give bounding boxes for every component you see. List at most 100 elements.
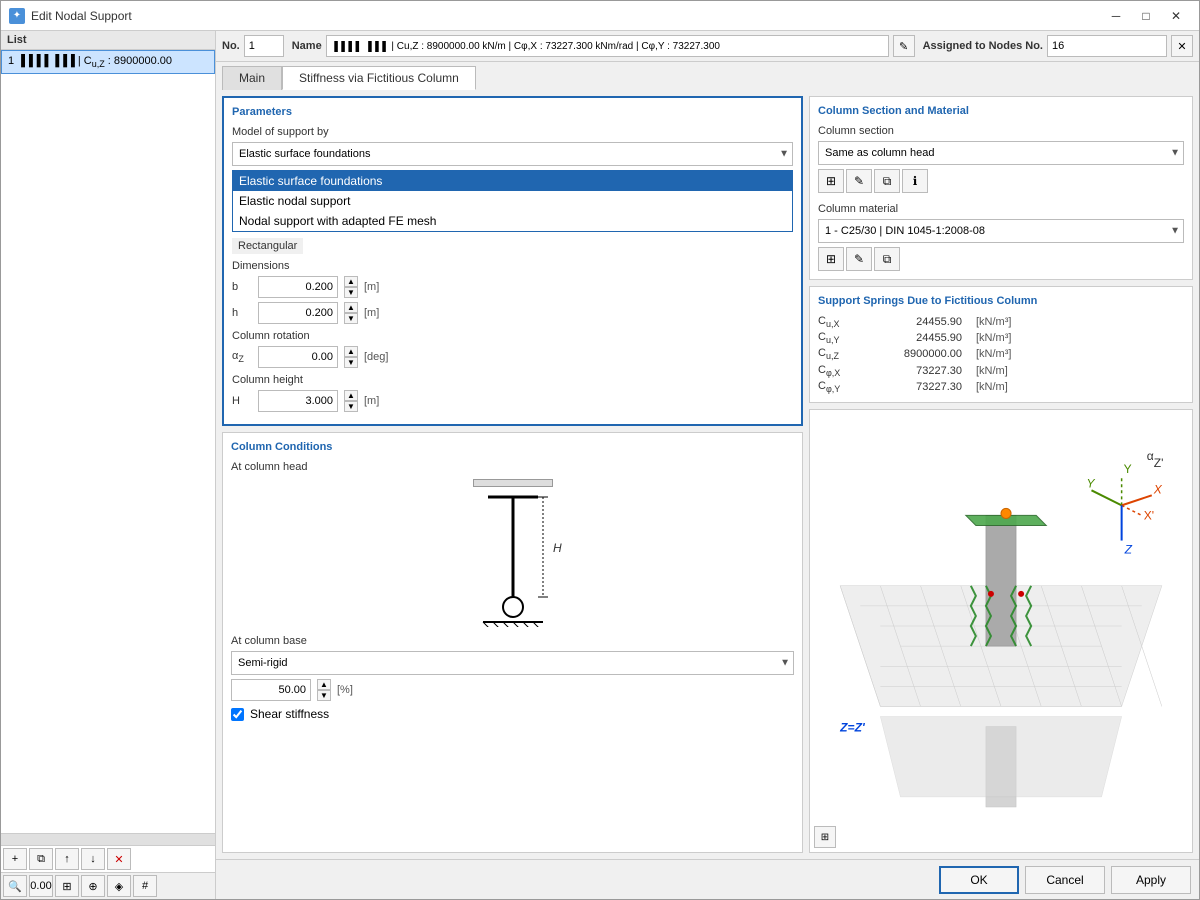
apply-button[interactable]: Apply xyxy=(1111,866,1191,894)
list-copy-btn[interactable]: ⧉ xyxy=(29,848,53,870)
status-search-btn[interactable]: 🔍 xyxy=(3,875,27,897)
spring-unit-0: [kN/m³] xyxy=(976,316,1056,328)
h-spin: ▲ ▼ xyxy=(344,302,358,324)
no-label: No. xyxy=(222,40,240,52)
column-section-area: Column Section and Material Column secti… xyxy=(809,96,1193,280)
list-scrollbar[interactable] xyxy=(1,833,215,845)
main-window: ✦ Edit Nodal Support ─ □ ✕ List 1 ▐▐▐▐ ▐… xyxy=(0,0,1200,900)
spring-value-2: 8900000.00 xyxy=(882,348,962,360)
H-input[interactable] xyxy=(258,390,338,412)
list-item[interactable]: 1 ▐▐▐▐ ▐▐▐ | Cu,Z : 8900000.00 xyxy=(1,50,215,74)
material-table-btn[interactable]: ⊞ xyxy=(818,247,844,271)
tab-bar: Main Stiffness via Fictitious Column xyxy=(216,62,1199,90)
close-button[interactable]: ✕ xyxy=(1161,5,1191,27)
main-area: List 1 ▐▐▐▐ ▐▐▐ | Cu,Z : 8900000.00 + ⧉ … xyxy=(1,31,1199,899)
list-move-down-btn[interactable]: ↓ xyxy=(81,848,105,870)
dropdown-item-elastic-nodal[interactable]: Elastic nodal support xyxy=(233,191,792,211)
status-grid-btn[interactable]: ⊞ xyxy=(55,875,79,897)
section-toolbar: ⊞ ✎ ⧉ ℹ xyxy=(818,169,1184,193)
content-area: Parameters Model of support by Elastic s… xyxy=(216,90,1199,859)
az-spin-down[interactable]: ▼ xyxy=(344,357,358,368)
section-edit-btn[interactable]: ✎ xyxy=(846,169,872,193)
section-table-btn[interactable]: ⊞ xyxy=(818,169,844,193)
status-info-btn[interactable]: # xyxy=(133,875,157,897)
az-spin-up[interactable]: ▲ xyxy=(344,346,358,357)
base-select[interactable]: Semi-rigid Rigid Hinged xyxy=(231,651,794,675)
minimize-button[interactable]: ─ xyxy=(1101,5,1131,27)
svg-text:X: X xyxy=(1153,482,1163,496)
rigidity-unit: [%] xyxy=(337,684,353,696)
status-filter-btn[interactable]: ◈ xyxy=(107,875,131,897)
assigned-input[interactable] xyxy=(1047,35,1167,57)
list-move-up-btn[interactable]: ↑ xyxy=(55,848,79,870)
status-snap-btn[interactable]: ⊕ xyxy=(81,875,105,897)
b-input[interactable] xyxy=(258,276,338,298)
spring-value-1: 24455.90 xyxy=(882,332,962,344)
column-conditions-section: Column Conditions At column head xyxy=(222,432,803,853)
shape-row: Rectangular xyxy=(232,238,793,254)
spring-label-3: Cφ,X xyxy=(818,364,868,378)
H-label: H xyxy=(232,395,252,407)
viz-nav-btn[interactable]: ⊞ xyxy=(814,826,836,848)
dropdown-item-elastic-surface[interactable]: Elastic surface foundations xyxy=(233,171,792,191)
b-spin: ▲ ▼ xyxy=(344,276,358,298)
section-info-btn[interactable]: ℹ xyxy=(902,169,928,193)
material-edit-btn[interactable]: ✎ xyxy=(846,247,872,271)
content-left: Parameters Model of support by Elastic s… xyxy=(216,90,809,859)
rigidity-input[interactable] xyxy=(231,679,311,701)
material-select-wrapper: 1 - C25/30 | DIN 1045-1:2008-08 ▼ xyxy=(818,219,1184,243)
rigidity-spin: ▲ ▼ xyxy=(317,679,331,701)
model-select-wrapper: Elastic surface foundations Elastic noda… xyxy=(232,142,793,166)
svg-text:X': X' xyxy=(1144,508,1154,522)
b-unit: [m] xyxy=(364,281,379,293)
spring-value-0: 24455.90 xyxy=(882,316,962,328)
h-spin-down[interactable]: ▼ xyxy=(344,313,358,324)
svg-text:Z=Z': Z=Z' xyxy=(839,720,866,734)
rigidity-spin-up[interactable]: ▲ xyxy=(317,679,331,690)
no-input[interactable] xyxy=(244,35,284,57)
content-right: Column Section and Material Column secti… xyxy=(809,90,1199,859)
H-spin-down[interactable]: ▼ xyxy=(344,401,358,412)
springs-title: Support Springs Due to Fictitious Column xyxy=(818,295,1184,307)
ok-button[interactable]: OK xyxy=(939,866,1019,894)
spring-label-2: Cu,Z xyxy=(818,347,868,361)
model-select[interactable]: Elastic surface foundations Elastic noda… xyxy=(232,142,793,166)
h-label: h xyxy=(232,307,252,319)
list-scroll[interactable]: 1 ▐▐▐▐ ▐▐▐ | Cu,Z : 8900000.00 xyxy=(1,50,215,833)
h-input[interactable] xyxy=(258,302,338,324)
az-input[interactable] xyxy=(258,346,338,368)
H-spin-up[interactable]: ▲ xyxy=(344,390,358,401)
H-row: H ▲ ▼ [m] xyxy=(232,390,793,412)
list-add-btn[interactable]: + xyxy=(3,848,27,870)
cancel-button[interactable]: Cancel xyxy=(1025,866,1105,894)
spring-unit-2: [kN/m³] xyxy=(976,348,1056,360)
spring-unit-1: [kN/m³] xyxy=(976,332,1056,344)
list-controls: + ⧉ ↑ ↓ ✕ xyxy=(1,845,215,872)
edit-name-btn[interactable]: ✎ xyxy=(893,35,915,57)
name-input[interactable] xyxy=(326,35,889,57)
b-spin-down[interactable]: ▼ xyxy=(344,287,358,298)
tab-stiffness[interactable]: Stiffness via Fictitious Column xyxy=(282,66,476,90)
tab-main[interactable]: Main xyxy=(222,66,282,90)
app-icon: ✦ xyxy=(9,8,25,24)
section-label: Column section xyxy=(818,125,1184,137)
material-select[interactable]: 1 - C25/30 | DIN 1045-1:2008-08 xyxy=(818,219,1184,243)
assigned-clear-btn[interactable]: ✕ xyxy=(1171,35,1193,57)
name-label: Name xyxy=(292,40,322,52)
h-spin-up[interactable]: ▲ xyxy=(344,302,358,313)
list-delete-btn[interactable]: ✕ xyxy=(107,848,131,870)
svg-text:αZ': αZ' xyxy=(1147,449,1164,470)
rigidity-spin-down[interactable]: ▼ xyxy=(317,690,331,701)
status-coord-btn[interactable]: 0.00 xyxy=(29,875,53,897)
b-spin-up[interactable]: ▲ xyxy=(344,276,358,287)
maximize-button[interactable]: □ xyxy=(1131,5,1161,27)
spring-unit-4: [kN/m] xyxy=(976,381,1056,393)
material-copy-btn[interactable]: ⧉ xyxy=(874,247,900,271)
title-bar: ✦ Edit Nodal Support ─ □ ✕ xyxy=(1,1,1199,31)
spring-label-0: Cu,X xyxy=(818,315,868,329)
h-unit: [m] xyxy=(364,307,379,319)
dropdown-item-nodal-adapted[interactable]: Nodal support with adapted FE mesh xyxy=(233,211,792,231)
section-copy-btn[interactable]: ⧉ xyxy=(874,169,900,193)
section-select[interactable]: Same as column head xyxy=(818,141,1184,165)
shear-checkbox[interactable] xyxy=(231,708,244,721)
